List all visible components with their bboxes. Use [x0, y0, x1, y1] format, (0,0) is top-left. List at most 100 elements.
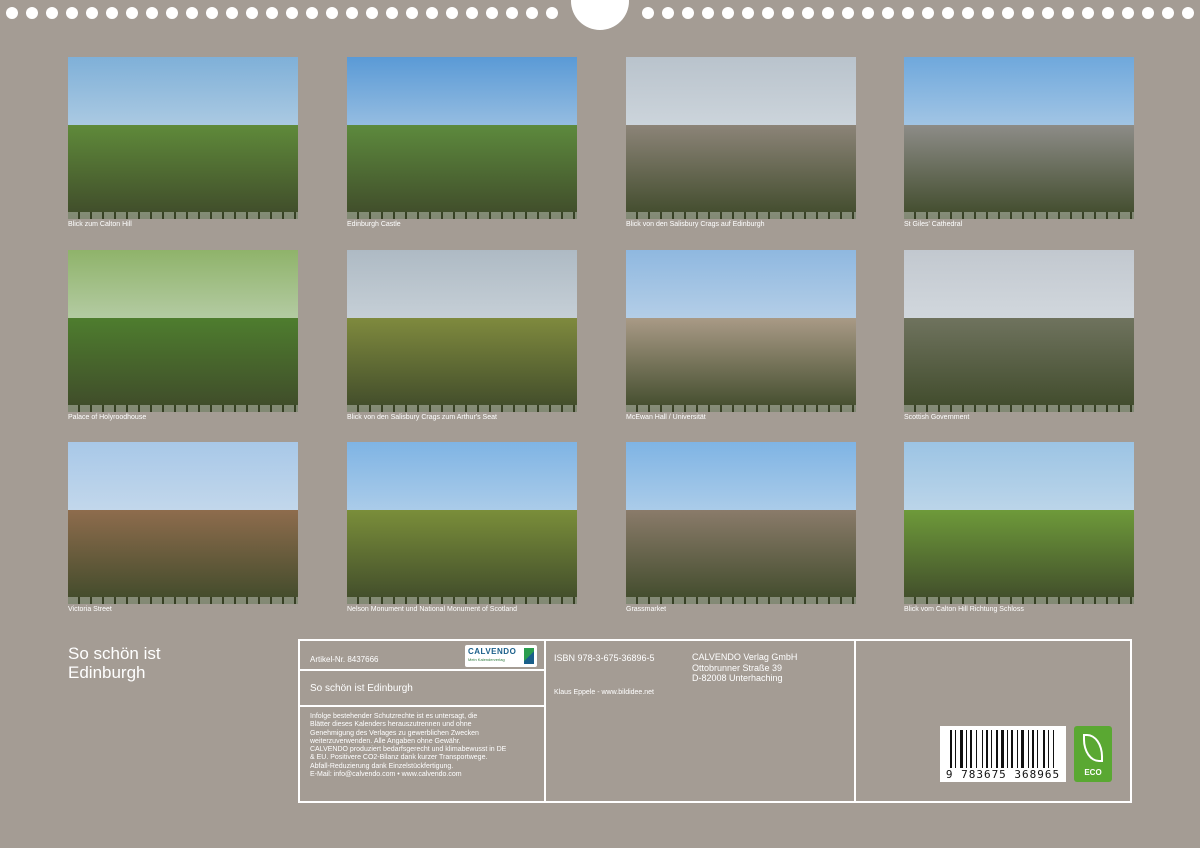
photo-caption: Blick von den Salisbury Crags auf Edinbu… — [626, 221, 765, 228]
publisher-line: Ottobrunner Straße 39 — [692, 662, 783, 673]
notice-line: Infolge bestehender Schutzrechte ist es … — [310, 713, 478, 720]
barcode-bar — [970, 730, 972, 768]
binding-hole — [406, 7, 418, 19]
photo-caption: Edinburgh Castle — [347, 221, 401, 228]
binding-hole — [366, 7, 378, 19]
binding-hole — [1122, 7, 1134, 19]
leaf-icon — [1083, 734, 1103, 762]
binding-hole — [702, 7, 714, 19]
barcode-bar — [1043, 730, 1045, 768]
binding-hole — [246, 7, 258, 19]
photo-cell: Blick vom Calton Hill Richtung Schloss — [904, 442, 1134, 613]
photo-image — [347, 442, 577, 604]
photo-caption: Victoria Street — [68, 606, 112, 613]
binding-hole — [526, 7, 538, 19]
binding-hole — [206, 7, 218, 19]
binding-hole — [962, 7, 974, 19]
binding-hole — [106, 7, 118, 19]
binding-hole — [1162, 7, 1174, 19]
binding-hole — [1102, 7, 1114, 19]
binding-hole — [742, 7, 754, 19]
binding-hole — [346, 7, 358, 19]
eco-badge: ECO — [1074, 726, 1112, 782]
barcode-bar — [1053, 730, 1054, 768]
photo-caption: Blick vom Calton Hill Richtung Schloss — [904, 606, 1024, 613]
title-line-2: Edinburgh — [68, 663, 146, 682]
binding-hole — [722, 7, 734, 19]
binding-hole — [1022, 7, 1034, 19]
binding-hole — [1002, 7, 1014, 19]
binding-hole — [186, 7, 198, 19]
barcode-bar — [1001, 730, 1004, 768]
barcode-bar — [982, 730, 983, 768]
eco-label: ECO — [1084, 768, 1102, 777]
calvendo-logo: CALVENDO Mein Kalenderverlag — [465, 645, 537, 667]
binding-hole — [166, 7, 178, 19]
photo-image — [904, 442, 1134, 604]
barcode-bar — [1032, 730, 1034, 768]
notice-line: CALVENDO produziert bedarfsgerecht und k… — [310, 746, 507, 754]
binding-hole — [66, 7, 78, 19]
photo-caption: McEwan Hall / Universität — [626, 414, 706, 421]
photo-caption: Blick von den Salisbury Crags zum Arthur… — [347, 414, 497, 421]
binding-hole — [1042, 7, 1054, 19]
binding-hole — [1082, 7, 1094, 19]
photo-image — [68, 57, 298, 219]
photo-image — [626, 442, 856, 604]
binding-hole — [326, 7, 338, 19]
barcode-bar — [976, 730, 977, 768]
photo-image — [904, 57, 1134, 219]
binding-hole — [546, 7, 558, 19]
photo-caption: St Giles' Cathedral — [904, 221, 963, 228]
divider — [854, 641, 856, 801]
photo-image — [68, 442, 298, 604]
barcode-bars — [950, 730, 1056, 768]
divider — [544, 641, 546, 801]
author: Klaus Eppele - www.bildidee.net — [554, 689, 655, 696]
notice-line: Abfall-Reduzierung dank Einzelstückferti… — [310, 762, 454, 770]
photo-cell: Blick von den Salisbury Crags zum Arthur… — [347, 250, 577, 421]
photo-caption: Nelson Monument und National Monument of… — [347, 606, 518, 613]
photo-image — [347, 57, 577, 219]
divider — [300, 705, 544, 707]
barcode-bar — [991, 730, 992, 768]
calendar-title: So schön ist Edinburgh — [68, 644, 161, 682]
publisher-address: CALVENDO Verlag GmbH Ottobrunner Straße 3… — [692, 652, 797, 684]
photo-caption: Grassmarket — [626, 606, 667, 613]
divider — [300, 669, 544, 671]
barcode-bar — [986, 730, 988, 768]
photo-cell: McEwan Hall / Universität — [626, 250, 856, 421]
binding-hole — [86, 7, 98, 19]
binding-hole — [882, 7, 894, 19]
article-number: Artikel-Nr. 8437666 — [310, 655, 379, 664]
publisher-line: D-82008 Unterhaching — [692, 673, 783, 683]
barcode-bar — [966, 730, 967, 768]
photo-image — [347, 250, 577, 412]
binding-hole — [486, 7, 498, 19]
notice-line: weiterzuverwenden. Alle Angaben ohne Gew… — [310, 737, 461, 745]
binding-hole — [46, 7, 58, 19]
barcode-bar — [996, 730, 998, 768]
barcode-bar — [1048, 730, 1049, 768]
binding-hole — [762, 7, 774, 19]
photo-image — [626, 250, 856, 412]
barcode-bar — [1037, 730, 1038, 768]
photo-cell: Scottish Government — [904, 250, 1134, 421]
photo-image — [68, 250, 298, 412]
binding-hole — [506, 7, 518, 19]
logo-name: CALVENDO — [468, 647, 517, 656]
barcode-bar — [1021, 730, 1024, 768]
barcode-bar — [1028, 730, 1029, 768]
photo-cell: Grassmarket — [626, 442, 856, 613]
notice-line: & EU. Positivere CO2-Bilanz dank kurzer … — [310, 754, 488, 762]
binding-hole — [782, 7, 794, 19]
barcode-bar — [1011, 730, 1013, 768]
binding-hole — [1182, 7, 1194, 19]
binding-hole — [802, 7, 814, 19]
notice-line: E-Mail: info@calvendo.com • www.calvendo… — [310, 771, 462, 779]
photo-caption: Blick zum Calton Hill — [68, 221, 132, 228]
binding-hole — [642, 7, 654, 19]
photo-cell: Nelson Monument und National Monument of… — [347, 442, 577, 613]
photo-cell: Palace of Holyroodhouse — [68, 250, 298, 421]
binding-hole — [1142, 7, 1154, 19]
